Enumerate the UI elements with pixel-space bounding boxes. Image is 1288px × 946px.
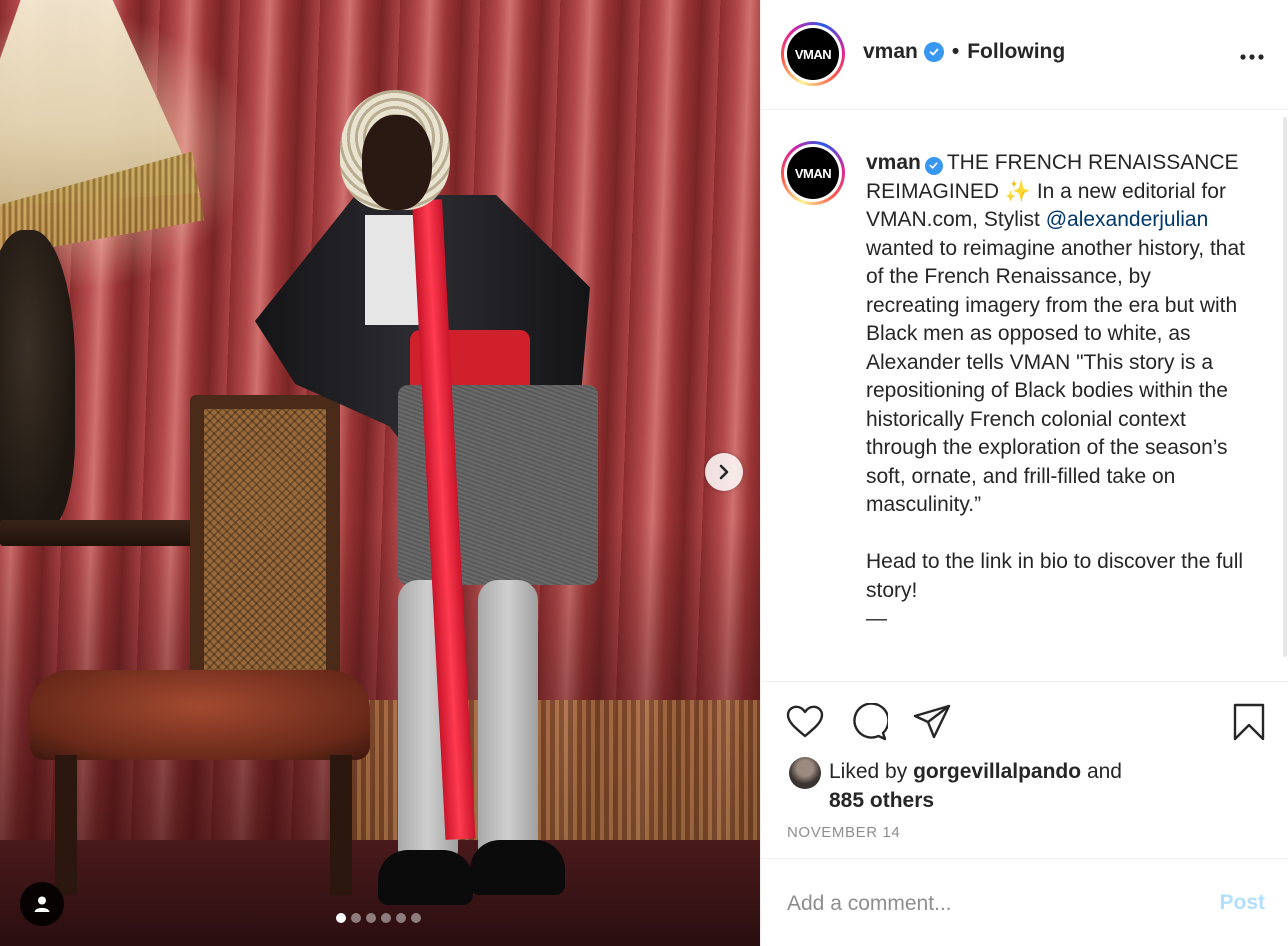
comment-bar: Post <box>761 858 1288 946</box>
tagged-users-button[interactable] <box>20 882 64 926</box>
verified-badge-icon <box>923 42 944 62</box>
likes-prefix: Liked by <box>829 760 908 783</box>
avatar[interactable]: VMAN <box>787 28 839 80</box>
chair-leg <box>55 755 77 895</box>
mention-link[interactable]: @alexanderjulian <box>1046 208 1209 231</box>
post-side-panel: VMAN vman • Following VMAN vman THE FRENC… <box>760 0 1288 946</box>
share-icon <box>913 704 951 739</box>
liker-avatar[interactable] <box>789 757 821 789</box>
caption-scroll-area[interactable]: VMAN vman THE FRENCH RENAISSANCE REIMAGIN… <box>761 111 1288 681</box>
liker-username-link[interactable]: gorgevillalpando <box>913 760 1081 783</box>
post-header: VMAN vman • Following <box>761 0 1288 110</box>
bookmark-icon <box>1233 703 1265 741</box>
chevron-right-icon <box>719 464 729 480</box>
save-button[interactable] <box>1229 702 1269 742</box>
username-link[interactable]: vman <box>863 40 918 64</box>
carousel-dot <box>366 913 376 923</box>
figure-leg-right <box>478 580 538 870</box>
more-horizontal-icon <box>1240 54 1264 60</box>
verified-badge-icon <box>924 156 943 175</box>
comment-input[interactable] <box>787 889 1187 919</box>
curtain-fringe <box>330 700 760 850</box>
heart-icon <box>786 705 824 738</box>
caption-avatar[interactable]: VMAN <box>787 147 839 199</box>
likes-summary: Liked by gorgevillalpando and 885 others <box>789 757 1122 815</box>
caption-text: vman THE FRENCH RENAISSANCE REIMAGINED ✨ … <box>866 149 1246 634</box>
carousel-dot <box>381 913 391 923</box>
carousel-dot <box>351 913 361 923</box>
story-ring[interactable]: VMAN <box>781 22 845 86</box>
post-photo[interactable] <box>0 0 760 946</box>
figure-face <box>362 115 432 210</box>
header-user-info: vman • Following <box>863 40 1065 64</box>
carousel-next-button[interactable] <box>705 453 743 491</box>
likes-conjunction: and <box>1086 760 1122 783</box>
carousel-dot <box>336 913 346 923</box>
likes-count-link[interactable]: 885 others <box>829 789 934 812</box>
scrollbar[interactable] <box>1283 117 1287 657</box>
comment-icon <box>853 703 888 741</box>
caption-body-end: wanted to reimagine another history, tha… <box>866 236 1245 631</box>
post-actions: Liked by gorgevillalpando and 885 others… <box>761 681 1288 858</box>
carousel-dot <box>411 913 421 923</box>
figure-shoe-right <box>470 840 565 895</box>
carousel-dot <box>396 913 406 923</box>
comment-button[interactable] <box>849 702 889 742</box>
figure-shoe-left <box>378 850 473 905</box>
lamp-base <box>0 230 75 530</box>
post-comment-button[interactable]: Post <box>1219 891 1265 915</box>
caption-username-link[interactable]: vman <box>866 151 921 174</box>
chair-back <box>190 395 340 685</box>
following-button[interactable]: Following <box>967 40 1065 64</box>
post-date[interactable]: NOVEMBER 14 <box>787 824 900 841</box>
user-icon <box>34 896 50 912</box>
like-button[interactable] <box>785 702 825 742</box>
caption-story-ring[interactable]: VMAN <box>781 141 845 205</box>
more-options-button[interactable] <box>1239 44 1265 64</box>
share-button[interactable] <box>912 702 952 742</box>
carousel-indicator <box>336 913 421 923</box>
chair-seat <box>30 670 370 760</box>
separator: • <box>951 40 960 63</box>
chair-leg <box>330 755 352 895</box>
